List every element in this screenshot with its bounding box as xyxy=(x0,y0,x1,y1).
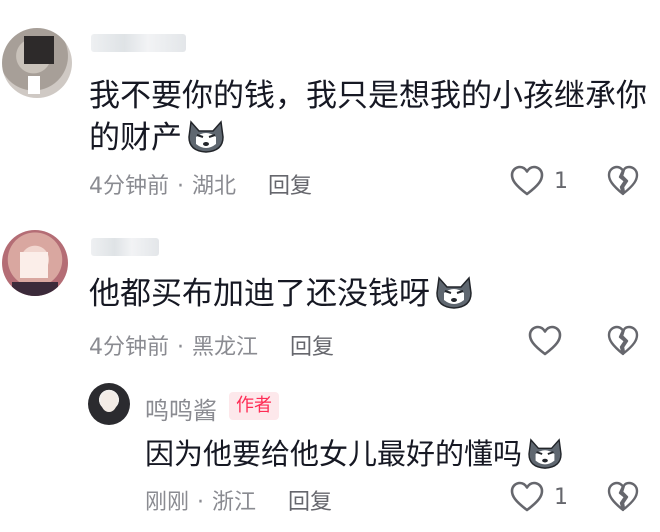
dislike-button[interactable] xyxy=(607,325,639,361)
comment-time: 4分钟前 xyxy=(89,174,169,199)
husky-emoji-icon xyxy=(434,276,474,322)
separator: · xyxy=(177,335,184,360)
like-button[interactable]: 1 xyxy=(510,165,568,197)
heart-icon xyxy=(528,325,562,356)
username-blurred[interactable] xyxy=(91,238,159,256)
comment-text-line2: 的财产 xyxy=(89,116,226,166)
comment-location: 黑龙江 xyxy=(192,335,259,360)
like-button[interactable]: 1 xyxy=(510,481,568,513)
broken-heart-icon xyxy=(607,325,639,356)
dislike-button[interactable] xyxy=(607,481,639,517)
comment-text: 他都买布加迪了还没钱呀 xyxy=(89,272,474,322)
like-count: 1 xyxy=(554,168,568,194)
comment-time: 4分钟前 xyxy=(89,335,169,360)
avatar[interactable] xyxy=(2,230,68,296)
like-button[interactable] xyxy=(528,325,562,357)
heart-icon xyxy=(510,165,544,196)
reply-text: 因为他要给他女儿最好的懂吗 xyxy=(145,432,564,482)
reply-button[interactable]: 回复 xyxy=(290,335,334,360)
broken-heart-icon xyxy=(607,481,639,512)
author-avatar[interactable] xyxy=(88,383,130,425)
reply-button[interactable]: 回复 xyxy=(268,174,312,199)
reply-meta: 刚刚 · 浙江 回复 xyxy=(145,484,332,516)
reply-button[interactable]: 回复 xyxy=(288,490,332,515)
comment-meta: 4分钟前 · 黑龙江 回复 xyxy=(89,329,334,361)
reply-location: 浙江 xyxy=(212,490,257,515)
comment-meta: 4分钟前 · 湖北 回复 xyxy=(89,168,312,200)
author-badge: 作者 xyxy=(229,392,279,420)
author-name[interactable]: 鸣鸣酱 xyxy=(145,391,217,426)
avatar[interactable] xyxy=(2,28,72,98)
separator: · xyxy=(177,174,184,199)
username-blurred[interactable] xyxy=(91,34,186,52)
like-count: 1 xyxy=(554,484,568,510)
comment-location: 湖北 xyxy=(192,174,237,199)
heart-icon xyxy=(510,481,544,512)
reply-time: 刚刚 xyxy=(145,490,190,515)
dislike-button[interactable] xyxy=(607,165,639,201)
separator: · xyxy=(197,490,205,515)
broken-heart-icon xyxy=(607,165,639,196)
husky-emoji-icon xyxy=(186,120,226,166)
comment-text: 我不要你的钱，我只是想我的小孩继承你 xyxy=(89,78,647,114)
husky-emoji-icon xyxy=(526,438,564,482)
